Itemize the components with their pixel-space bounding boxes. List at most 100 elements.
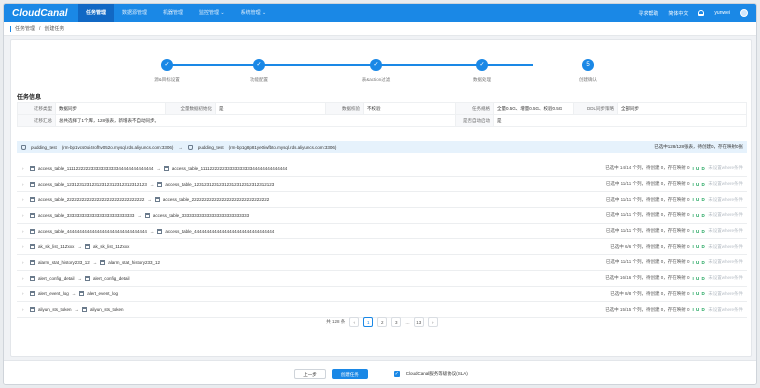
mapping-arrow-icon: → — [77, 244, 82, 250]
table-row[interactable]: › access_table_1231231231231231231231231… — [17, 177, 747, 193]
breadcrumb-marker — [10, 25, 11, 32]
target-table-name: access_table_222222222222222222222222222… — [162, 197, 270, 203]
next-page-button[interactable]: › — [427, 317, 438, 327]
page-button[interactable]: 2 — [377, 317, 388, 327]
where-condition[interactable]: 未设置where条件 — [708, 307, 743, 313]
prev-page-button[interactable]: ‹ — [349, 317, 360, 327]
dml-ops: I U D — [692, 165, 706, 171]
chevron-right-icon[interactable]: › — [22, 260, 30, 265]
chevron-right-icon[interactable]: › — [22, 182, 30, 187]
previous-step-button[interactable]: 上一步 — [294, 368, 326, 379]
source-table-name: alarm_stat_history233_12 — [38, 259, 90, 265]
database-mapping-bar: pudding_test (rm-bp1vcs0oi4rofhv052o.mys… — [17, 141, 747, 153]
table-row[interactable]: › alarm_stat_history233_12 → alarm_stat_… — [17, 255, 747, 271]
chevron-right-icon[interactable]: › — [22, 307, 30, 312]
dml-ops: I U D — [692, 228, 706, 234]
chevron-right-icon[interactable]: › — [22, 244, 30, 249]
target-table-name: access_table_333333333333333333333333333 — [152, 212, 250, 218]
table-icon — [30, 307, 35, 313]
target-db-host: (rm-bp1g8p81ye0iwfbto.mysql.rds.aliyuncs… — [228, 144, 337, 150]
where-condition[interactable]: 未设置where条件 — [708, 244, 743, 250]
source-table-name: access_table_333333333333333333333333333 — [38, 212, 135, 218]
where-condition[interactable]: 未设置where条件 — [708, 275, 743, 281]
where-condition[interactable]: 未设置where条件 — [708, 181, 743, 187]
where-condition[interactable]: 未设置where条件 — [708, 291, 743, 297]
step-1-label: 源&目标设置 — [154, 77, 180, 82]
column-status: 已选中 16/16 个列，待创建 0，存在映射 0 — [605, 275, 690, 281]
chevron-right-icon[interactable]: › — [22, 166, 30, 171]
page-button[interactable]: 13 — [413, 317, 424, 327]
nav-task-management[interactable]: 任务管理 — [78, 4, 115, 22]
table-row[interactable]: › alert_config_detail → alert_config_det… — [17, 271, 747, 287]
app-window: CloudCanal 任务管理 数据源管理 机器管理 监控管理 ⌄ 系统管理 ⌄… — [3, 3, 757, 385]
table-icon — [82, 307, 88, 313]
database-icon — [21, 144, 26, 150]
dml-ops: I U D — [692, 275, 706, 281]
language-switch[interactable]: 简体中文 — [668, 10, 688, 17]
chevron-right-icon[interactable]: › — [22, 291, 30, 296]
where-condition[interactable]: 未设置where条件 — [708, 259, 743, 265]
where-condition[interactable]: 未设置where条件 — [708, 165, 743, 171]
sla-checkbox[interactable]: ✓ — [393, 370, 400, 377]
table-row[interactable]: › ak_sk_list_11Zxxx → ak_sk_list_11Zxxx … — [17, 239, 747, 256]
main-card: ✓ ✓ ✓ ✓ 5 源&目标设置 功能配置 表&action过滤 数据处理 创建… — [10, 39, 752, 357]
chevron-right-icon[interactable]: › — [22, 213, 30, 218]
breadcrumb-parent[interactable]: 任务管理 — [15, 25, 35, 32]
chevron-right-icon[interactable]: › — [22, 229, 30, 234]
task-info-table: 迁移类型 数据同步 全量数据初始化 是 数据校验 不校验 任务规格 全量0.5G… — [17, 102, 747, 127]
where-condition[interactable]: 未设置where条件 — [708, 197, 743, 203]
where-condition[interactable]: 未设置where条件 — [708, 228, 743, 234]
info-key: 任务规格 — [455, 102, 494, 115]
info-value: 是 — [215, 102, 326, 115]
table-icon — [30, 244, 35, 250]
step-3-label: 表&action过滤 — [361, 77, 391, 82]
nav-monitor-management[interactable]: 监控管理 ⌄ — [191, 4, 233, 22]
db-summary: 已选中128/128张表，待创建0，存在映射0张 — [654, 144, 743, 149]
username[interactable]: yunwei — [714, 10, 730, 16]
info-value: 全部同步 — [617, 102, 747, 115]
table-icon — [85, 275, 91, 281]
bell-icon[interactable] — [698, 10, 705, 16]
sla-label[interactable]: CloudCanal服务等级协议(SLA) — [406, 371, 468, 377]
table-icon — [30, 197, 35, 203]
where-condition[interactable]: 未设置where条件 — [708, 212, 743, 218]
column-status: 已选中 11/11 个列，待创建 0，存在映射 0 — [605, 228, 690, 234]
column-status: 已选中 8/8 个列，待创建 0，存在映射 0 — [610, 290, 690, 296]
create-task-button[interactable]: 创建任务 — [331, 368, 368, 379]
step-4-check-icon: ✓ — [476, 59, 488, 71]
table-icon — [30, 275, 35, 281]
source-table-name: aliyun_sts_token — [38, 307, 72, 313]
target-db-name: pudding_test — [197, 144, 224, 150]
column-status: 已选中 11/11 个列，待创建 0，存在映射 0 — [605, 181, 690, 187]
table-row[interactable]: › access_table_1111222222333333333334444… — [17, 161, 747, 177]
breadcrumb-current: 创建任务 — [44, 26, 65, 32]
nav-system-management[interactable]: 系统管理 ⌄ — [233, 4, 275, 22]
dml-ops: I U D — [692, 259, 706, 265]
dml-ops: I U D — [692, 244, 706, 250]
column-status: 已选中 14/14 个列，待创建 0，存在映射 0 — [605, 165, 690, 171]
nav-datasource-management[interactable]: 数据源管理 — [114, 4, 155, 22]
mapping-arrow-icon: → — [156, 165, 161, 171]
table-icon — [154, 197, 160, 203]
target-table-name: access_table_444444444444444444444444444… — [165, 228, 275, 234]
footer-actions: 上一步 创建任务 ✓ CloudCanal服务等级协议(SLA) — [4, 360, 756, 384]
table-row[interactable]: › access_table_3333333333333333333333333… — [17, 208, 747, 224]
avatar[interactable] — [740, 9, 748, 17]
page-button[interactable]: 1 — [363, 317, 374, 327]
step-2-label: 功能配置 — [250, 77, 268, 82]
table-row[interactable]: › access_table_4444444444444444444444444… — [17, 224, 747, 240]
target-table-name: alert_event_log — [87, 291, 119, 297]
chevron-right-icon[interactable]: › — [22, 276, 30, 281]
help-link[interactable]: 寻求帮助 — [638, 10, 658, 17]
step-progress: ✓ ✓ ✓ ✓ 5 源&目标设置 功能配置 表&action过滤 数据处理 创建… — [11, 58, 753, 88]
mapping-arrow-icon: → — [74, 307, 80, 313]
page-button[interactable]: 3 — [391, 317, 402, 327]
target-table-name: alert_config_detail — [93, 275, 130, 281]
table-row[interactable]: › alert_event_log → alert_event_log 已选中 … — [17, 287, 747, 303]
table-row[interactable]: › access_table_2222222222222222222222222… — [17, 192, 747, 209]
chevron-right-icon[interactable]: › — [22, 197, 30, 202]
nav-machine-management[interactable]: 机器管理 — [155, 4, 191, 22]
table-icon — [84, 244, 90, 250]
dml-ops: I U D — [692, 291, 706, 297]
table-icon — [30, 291, 35, 297]
